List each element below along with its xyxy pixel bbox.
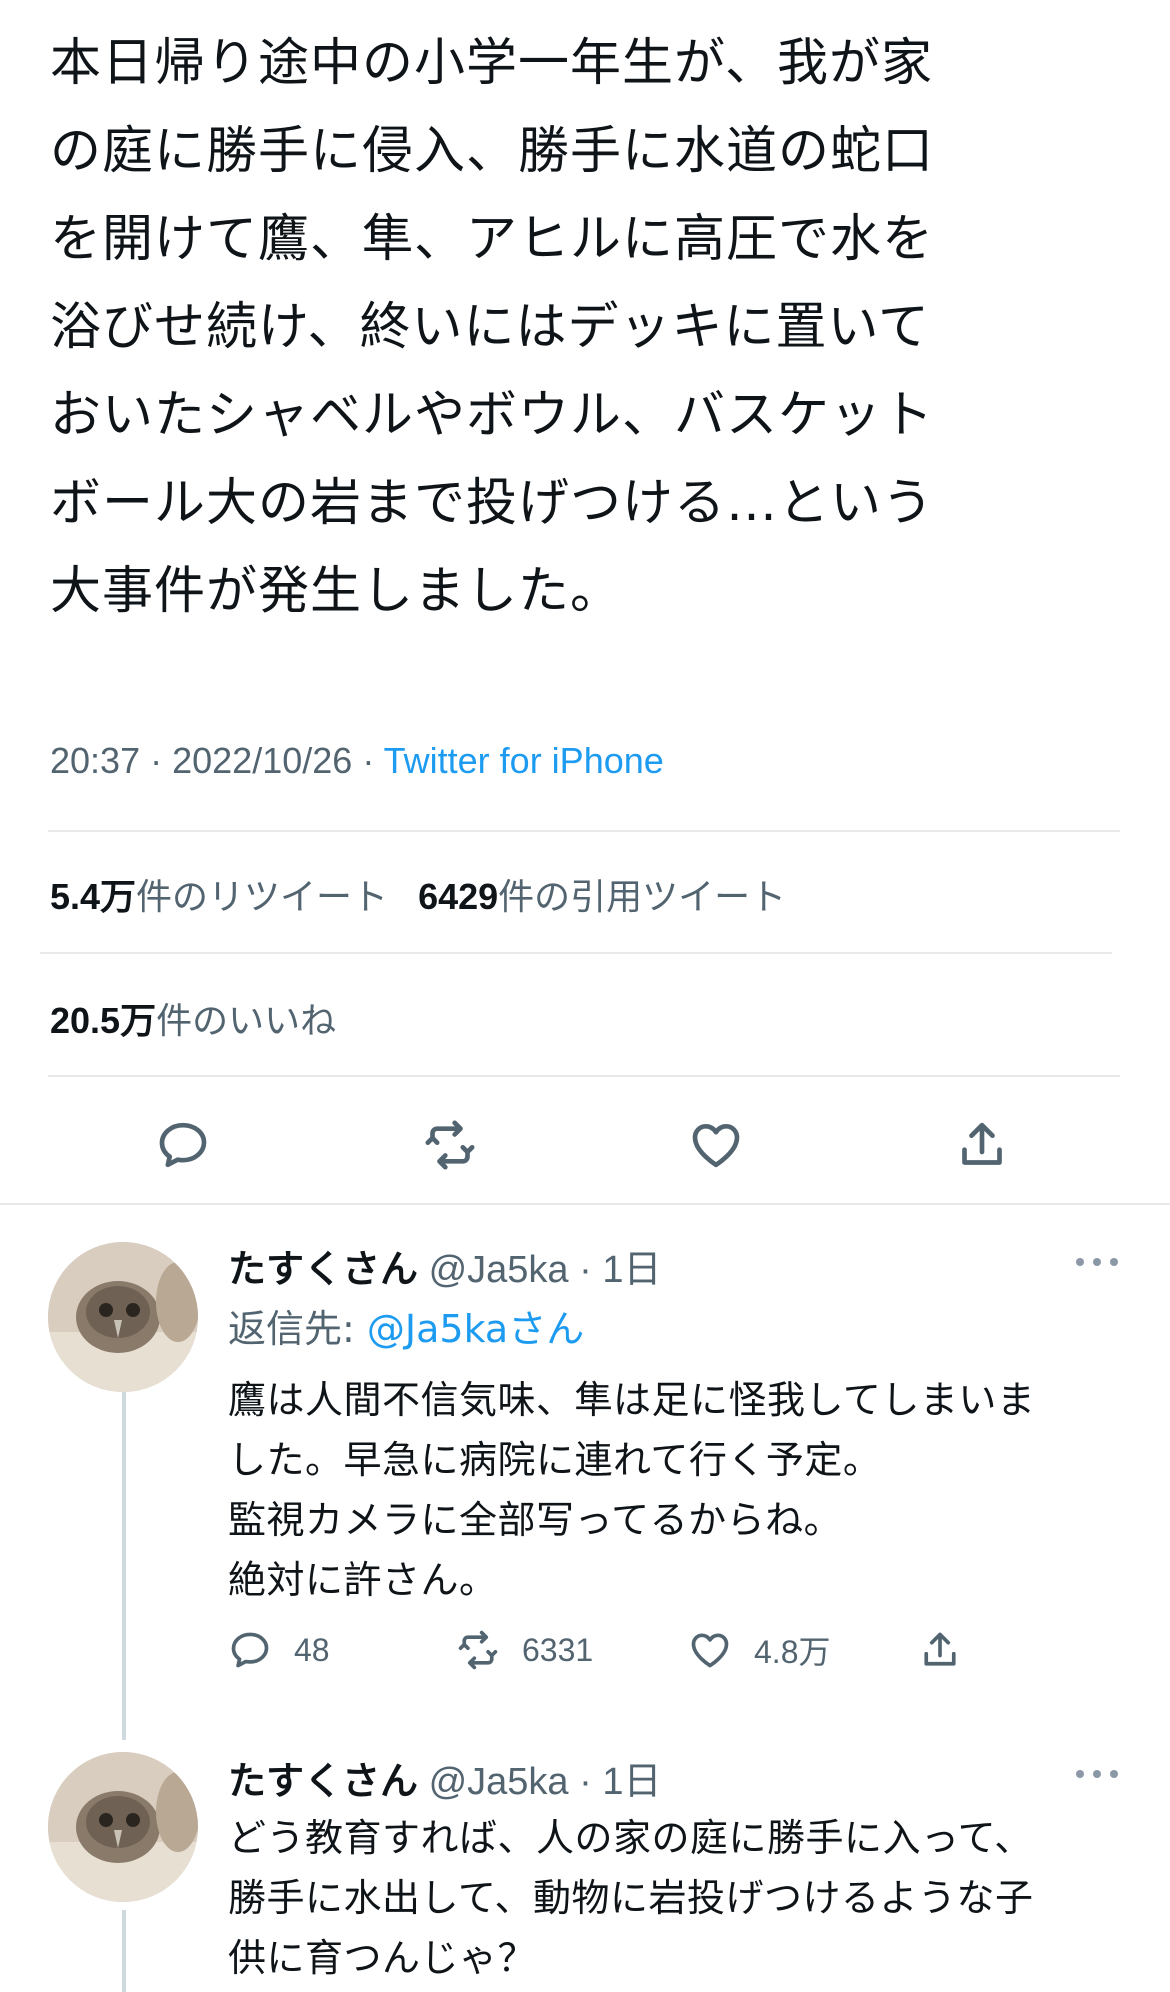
likes-stat[interactable]: 20.5万件のいいね xyxy=(50,1000,336,1041)
retweets-stat[interactable]: 5.4万件のリツイート xyxy=(50,876,388,917)
reply-icon xyxy=(159,1122,207,1168)
retweet-button[interactable] xyxy=(410,1105,490,1185)
reply-button[interactable] xyxy=(143,1105,223,1185)
reply-to-label: 返信先: xyxy=(228,1307,355,1351)
share-button[interactable] xyxy=(942,1105,1022,1185)
divider xyxy=(48,830,1120,832)
reply-header: たすくさん @Ja5ka · 1日 xyxy=(228,1759,662,1803)
reply-author-handle[interactable]: @Ja5ka xyxy=(429,1249,569,1291)
reply-retweet-button[interactable]: 6331 xyxy=(456,1620,593,1680)
reply-reply-button[interactable]: 48 xyxy=(228,1620,330,1680)
divider xyxy=(48,1075,1120,1077)
divider xyxy=(0,1203,1170,1205)
divider xyxy=(40,952,1112,954)
reply-action-bar: 48 6331 4.8万 xyxy=(228,1620,988,1680)
reply-age[interactable]: 1日 xyxy=(602,1249,661,1291)
thread-line xyxy=(122,1910,126,1992)
reply-like-button[interactable]: 4.8万 xyxy=(688,1620,831,1680)
reply-count: 48 xyxy=(294,1631,330,1668)
tweet-action-bar xyxy=(0,1105,1170,1185)
meta-separator: · xyxy=(362,740,384,781)
reply-text: 鷹は人間不信気味、隼は足に怪我してしまいま した。早急に病院に連れて行く予定。 … xyxy=(228,1378,1036,1602)
share-icon xyxy=(924,1632,956,1666)
like-icon xyxy=(691,1633,729,1668)
like-count: 4.8万 xyxy=(754,1634,831,1670)
quotes-stat[interactable]: 6429件の引用ツイート xyxy=(418,876,786,917)
stats-row-likes: 20.5万件のいいね xyxy=(50,992,336,1044)
stats-row-retweets: 5.4万件のリツイート 6429件の引用ツイート xyxy=(50,868,786,920)
reply-author-name[interactable]: たすくさん xyxy=(228,1247,418,1291)
avatar[interactable] xyxy=(48,1752,198,1902)
reply-to-line: 返信先: @Ja5kaさん xyxy=(228,1298,584,1353)
reply-icon xyxy=(231,1632,269,1668)
avatar-image xyxy=(48,1242,198,1392)
tweet-source-link[interactable]: Twitter for iPhone xyxy=(384,740,664,781)
reply-author-handle[interactable]: @Ja5ka xyxy=(429,1761,569,1803)
more-icon[interactable] xyxy=(1074,1764,1120,1784)
reply-share-button[interactable] xyxy=(918,1620,984,1680)
reply-age[interactable]: 1日 xyxy=(602,1761,661,1803)
avatar[interactable] xyxy=(48,1242,198,1392)
avatar-image xyxy=(48,1752,198,1902)
retweet-icon xyxy=(458,1630,498,1670)
reply-text: どう教育すれば、人の家の庭に勝手に入って、 勝手に水出して、動物に岩投げつけるよ… xyxy=(228,1816,1034,1980)
share-icon xyxy=(962,1122,1002,1165)
main-tweet-text: 本日帰り途中の小学一年生が、我が家 の庭に勝手に侵入、勝手に水道の蛇口 を開けて… xyxy=(50,34,935,621)
more-icon[interactable] xyxy=(1074,1252,1120,1272)
tweet-date: 2022/10/26 xyxy=(172,740,353,781)
like-button[interactable] xyxy=(676,1105,756,1185)
tweet-meta: 20:37 · 2022/10/26 · Twitter for iPhone xyxy=(50,740,664,782)
retweet-icon xyxy=(425,1120,475,1170)
meta-separator: · xyxy=(150,740,173,781)
retweet-count: 6331 xyxy=(522,1631,594,1668)
reply-author-name[interactable]: たすくさん xyxy=(228,1759,418,1803)
like-icon xyxy=(692,1124,740,1168)
reply-header: たすくさん @Ja5ka · 1日 xyxy=(228,1247,662,1291)
tweet-time: 20:37 xyxy=(50,740,141,781)
reply-to-mention[interactable]: @Ja5kaさん xyxy=(367,1307,584,1351)
